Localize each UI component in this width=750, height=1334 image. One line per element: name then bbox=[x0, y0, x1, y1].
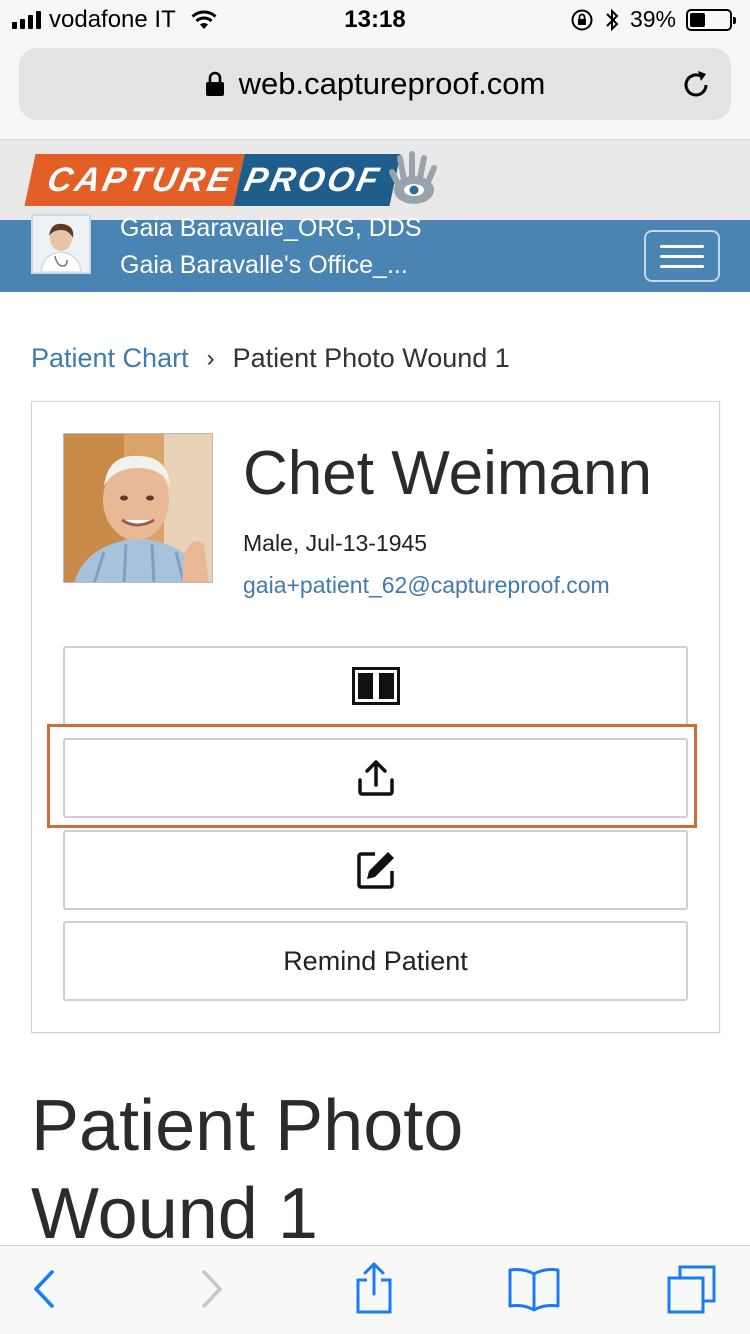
tabs-icon[interactable] bbox=[666, 1264, 718, 1316]
breadcrumb-current: Patient Photo Wound 1 bbox=[232, 343, 510, 373]
captureproof-logo[interactable]: CAPTURE PROOF bbox=[24, 154, 401, 206]
reload-icon[interactable] bbox=[679, 68, 713, 102]
breadcrumb-separator: › bbox=[206, 344, 215, 372]
status-bar: vodafone IT 13:18 39% bbox=[0, 0, 750, 40]
browser-toolbar bbox=[0, 1245, 750, 1334]
address-bar[interactable]: web.captureproof.com bbox=[19, 48, 731, 120]
lock-icon bbox=[205, 71, 224, 96]
doctor-avatar-image bbox=[33, 216, 89, 272]
status-right: 39% bbox=[570, 6, 736, 33]
edit-button[interactable] bbox=[63, 830, 688, 910]
patient-photo bbox=[63, 433, 213, 583]
doctor-name: Gaia Baravalle_ORG, DDS bbox=[120, 214, 422, 242]
hamburger-icon bbox=[660, 244, 704, 248]
patient-gender-dob: Male, Jul-13-1945 bbox=[243, 530, 428, 556]
share-icon[interactable] bbox=[352, 1260, 396, 1316]
rotation-lock-icon bbox=[571, 9, 593, 30]
hand-eye-icon bbox=[389, 151, 437, 204]
url-text: web.captureproof.com bbox=[238, 66, 546, 101]
logo-text-proof: PROOF bbox=[233, 154, 401, 206]
compare-photos-button[interactable] bbox=[63, 646, 688, 726]
page-heading: Patient Photo Wound 1 bbox=[31, 1086, 464, 1254]
back-icon[interactable] bbox=[30, 1266, 60, 1312]
bookmarks-icon[interactable] bbox=[507, 1266, 561, 1312]
menu-toggle-button[interactable] bbox=[644, 230, 720, 282]
upload-icon bbox=[357, 760, 394, 796]
browser-url-area: web.captureproof.com bbox=[0, 40, 750, 140]
remind-patient-button[interactable]: Remind Patient bbox=[63, 921, 688, 1001]
patient-photo-image bbox=[64, 434, 212, 582]
logo-text-capture: CAPTURE bbox=[24, 154, 245, 206]
edit-icon bbox=[356, 852, 394, 889]
breadcrumb: Patient Chart › Patient Photo Wound 1 bbox=[31, 343, 510, 374]
battery-fill bbox=[690, 12, 705, 27]
doctor-office: Gaia Baravalle's Office_... bbox=[120, 251, 408, 279]
doctor-nav-bar: Gaia Baravalle_ORG, DDS Gaia Baravalle's… bbox=[0, 214, 750, 292]
patient-name: Chet Weimann bbox=[243, 439, 652, 508]
forward-icon[interactable] bbox=[196, 1266, 226, 1312]
compare-columns-icon bbox=[351, 667, 400, 705]
battery-icon bbox=[686, 8, 736, 31]
logo-bar: CAPTURE PROOF bbox=[0, 140, 750, 220]
breadcrumb-patient-chart-link[interactable]: Patient Chart bbox=[31, 343, 189, 374]
patient-email-link[interactable]: gaia+patient_62@captureproof.com bbox=[243, 572, 610, 599]
upload-photo-button[interactable] bbox=[63, 738, 688, 818]
patient-card: Chet Weimann Male, Jul-13-1945 gaia+pati… bbox=[31, 401, 720, 1033]
doctor-avatar[interactable] bbox=[31, 214, 91, 274]
battery-percent: 39% bbox=[629, 6, 676, 32]
bluetooth-icon bbox=[606, 8, 619, 31]
